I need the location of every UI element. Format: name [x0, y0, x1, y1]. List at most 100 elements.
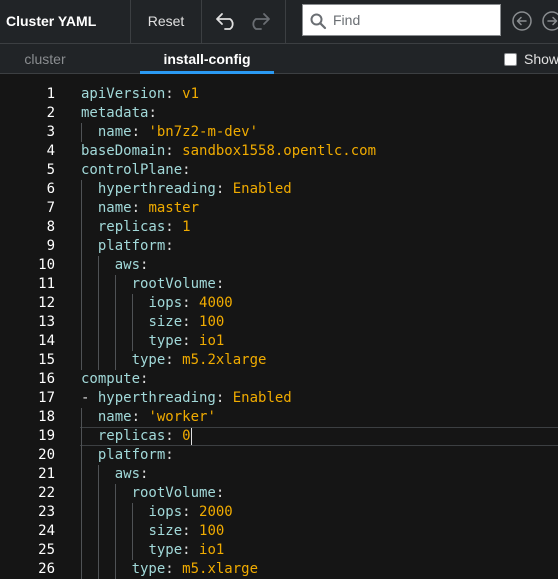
- line-number: 18: [38, 409, 55, 425]
- code-line[interactable]: 3 name: 'bn7z2-m-dev': [0, 123, 558, 142]
- code-text: controlPlane:: [81, 162, 191, 178]
- indent-guide: [81, 218, 82, 237]
- line-number: 14: [38, 333, 55, 349]
- yaml-key: compute: [81, 371, 141, 387]
- code-line[interactable]: 1 apiVersion: v1: [0, 85, 558, 104]
- code-line[interactable]: 24 size: 100: [0, 522, 558, 541]
- line-number: 4: [46, 143, 55, 159]
- code-line[interactable]: 13 size: 100: [0, 313, 558, 332]
- code-line[interactable]: 11 rootVolume:: [0, 275, 558, 294]
- line-number: 10: [38, 257, 55, 273]
- indent-guide: [81, 256, 82, 275]
- yaml-value: 100: [199, 314, 225, 330]
- redo-button[interactable]: [246, 8, 272, 34]
- tab-cluster[interactable]: cluster: [0, 44, 90, 74]
- indent-guide: [131, 503, 133, 522]
- indent-guide: [97, 294, 99, 313]
- indent-guide: [114, 351, 116, 370]
- code-line[interactable]: 20 platform:: [0, 446, 558, 465]
- editor-toolbar: Cluster YAML Reset: [0, 0, 558, 44]
- code-line[interactable]: 19 replicas: 0: [0, 427, 558, 446]
- code-text: replicas: 1: [97, 219, 191, 235]
- yaml-key: baseDomain: [81, 143, 166, 159]
- code-line[interactable]: 10 aws:: [0, 256, 558, 275]
- search-icon: [310, 13, 327, 30]
- indent-guide: [81, 408, 82, 427]
- code-line[interactable]: 4 baseDomain: sandbox1558.opentlc.com: [0, 142, 558, 161]
- code-text: name: 'bn7z2-m-dev': [97, 124, 259, 140]
- code-line[interactable]: 14 type: io1: [0, 332, 558, 351]
- line-number: 9: [46, 238, 55, 254]
- code-line[interactable]: 9 platform:: [0, 237, 558, 256]
- code-line[interactable]: 8 replicas: 1: [0, 218, 558, 237]
- find-box: [302, 4, 501, 36]
- undo-button[interactable]: [214, 8, 240, 34]
- code-line[interactable]: 21 aws:: [0, 465, 558, 484]
- code-line[interactable]: 16 compute:: [0, 370, 558, 389]
- undo-icon: [216, 13, 234, 30]
- yaml-value: 'bn7z2-m-dev': [148, 124, 259, 140]
- show-checkbox[interactable]: [504, 52, 517, 66]
- line-number: 22: [38, 485, 55, 501]
- code-line[interactable]: 26 type: m5.xlarge: [0, 560, 558, 579]
- line-number: 17: [38, 390, 55, 406]
- line-number: 20: [38, 447, 55, 463]
- code-line[interactable]: 23 iops: 2000: [0, 503, 558, 522]
- indent-guide: [114, 294, 116, 313]
- code-text: compute:: [81, 371, 149, 387]
- line-number: 3: [46, 124, 55, 140]
- indent-guide: [81, 199, 82, 218]
- yaml-value: 0: [182, 428, 191, 444]
- indent-guide: [114, 560, 116, 579]
- code-text: name: 'worker': [97, 409, 216, 425]
- indent-guide: [81, 484, 82, 503]
- indent-guide: [97, 541, 99, 560]
- yaml-key: metadata: [81, 105, 149, 121]
- code-line[interactable]: 17 - hyperthreading: Enabled: [0, 389, 558, 408]
- text-cursor: [190, 428, 192, 445]
- arrow-left-circle-icon: [512, 11, 532, 31]
- yaml-value: m5.2xlarge: [182, 352, 267, 368]
- yaml-key: platform: [97, 447, 166, 463]
- yaml-value: Enabled: [232, 181, 292, 197]
- indent-guide: [81, 123, 82, 142]
- find-input[interactable]: [333, 5, 498, 35]
- yaml-value: 100: [199, 523, 225, 539]
- line-number: 13: [38, 314, 55, 330]
- code-line[interactable]: 25 type: io1: [0, 541, 558, 560]
- yaml-value: 'worker': [148, 409, 216, 425]
- reset-button[interactable]: Reset: [131, 0, 201, 42]
- code-line[interactable]: 18 name: 'worker': [0, 408, 558, 427]
- line-number: 16: [38, 371, 55, 387]
- code-line[interactable]: 22 rootVolume:: [0, 484, 558, 503]
- active-tab-indicator: [140, 71, 274, 74]
- code-text: rootVolume:: [131, 485, 225, 501]
- code-editor[interactable]: 1 apiVersion: v1 2 metadata: 3 name: 'bn7z2-…: [0, 75, 558, 579]
- code-text: iops: 2000: [148, 504, 233, 520]
- code-line[interactable]: 15 type: m5.2xlarge: [0, 351, 558, 370]
- code-text: hyperthreading: Enabled: [97, 181, 292, 197]
- yaml-key: iops: [148, 295, 183, 311]
- indent-guide: [114, 522, 116, 541]
- code-text: size: 100: [148, 523, 225, 539]
- indent-guide: [81, 465, 82, 484]
- code-line[interactable]: 2 metadata:: [0, 104, 558, 123]
- find-next-button[interactable]: [539, 8, 558, 34]
- code-line[interactable]: 12 iops: 4000: [0, 294, 558, 313]
- show-toggle[interactable]: Show: [504, 51, 558, 67]
- indent-guide: [81, 180, 82, 199]
- line-number: 11: [38, 276, 55, 292]
- yaml-key: hyperthreading: [97, 181, 216, 197]
- find-previous-button[interactable]: [509, 8, 535, 34]
- tab-install-config[interactable]: install-config: [140, 44, 274, 74]
- yaml-key: iops: [148, 504, 183, 520]
- yaml-key: aws: [114, 466, 141, 482]
- code-text: platform:: [97, 238, 174, 254]
- code-line[interactable]: 6 hyperthreading: Enabled: [0, 180, 558, 199]
- yaml-value: 1: [182, 219, 191, 235]
- code-line[interactable]: 5 controlPlane:: [0, 161, 558, 180]
- yaml-value: 4000: [199, 295, 233, 311]
- line-number: 21: [38, 466, 55, 482]
- code-line[interactable]: 7 name: master: [0, 199, 558, 218]
- line-number: 24: [38, 523, 55, 539]
